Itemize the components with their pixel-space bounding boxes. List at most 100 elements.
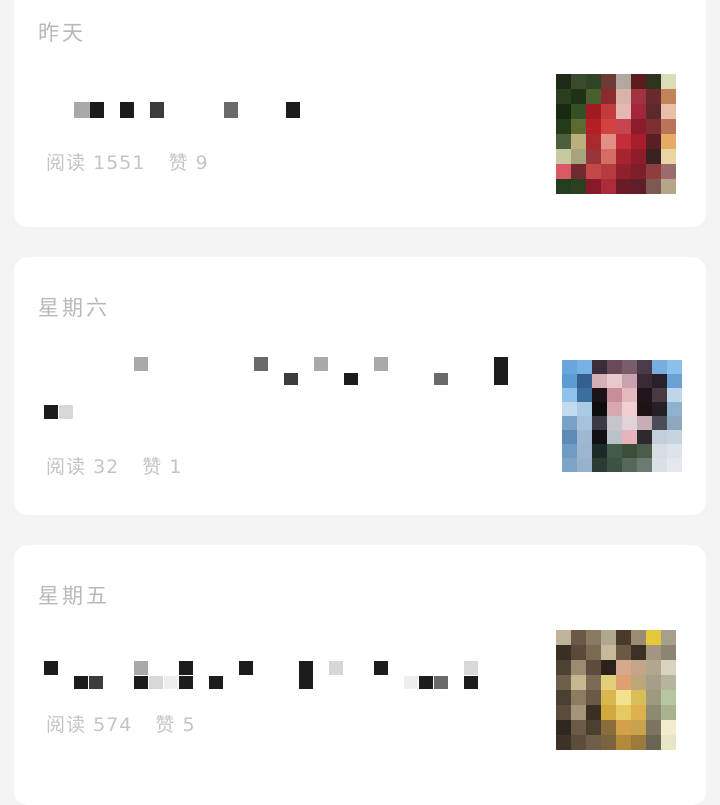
thumbnail-pixel (601, 179, 616, 194)
date-label: 星期五 (38, 584, 110, 608)
thumbnail-pixel (637, 388, 652, 402)
thumbnail-pixel (631, 675, 646, 690)
redaction-block (90, 102, 104, 118)
thumbnail-pixel (562, 444, 577, 458)
redaction-block (89, 676, 103, 689)
thumbnail-pixel (616, 179, 631, 194)
thumbnail-pixel (637, 402, 652, 416)
thumbnail-pixel (646, 149, 661, 164)
thumbnail-pixel (592, 402, 607, 416)
thumbnail-pixel (586, 149, 601, 164)
thumbnail-pixel (601, 74, 616, 89)
redaction-block (374, 357, 388, 371)
thumbnail-pixel (646, 675, 661, 690)
thumbnail-pixel (571, 720, 586, 735)
read-count: 32 (93, 456, 120, 478)
thumbnail-pixel (571, 675, 586, 690)
redaction-block (44, 405, 58, 419)
thumbnail-pixel (652, 416, 667, 430)
thumbnail-pixel (592, 416, 607, 430)
thumbnail-pixel (556, 74, 571, 89)
article-thumbnail-image[interactable] (556, 74, 676, 194)
thumbnail-pixel (577, 374, 592, 388)
thumbnail-pixel (667, 430, 682, 444)
redaction-block (464, 676, 478, 689)
thumbnail-pixel (646, 134, 661, 149)
redaction-block (134, 357, 148, 371)
redaction-block (150, 102, 164, 118)
thumbnail-pixel (577, 402, 592, 416)
thumbnail-pixel (571, 164, 586, 179)
thumbnail-pixel (592, 444, 607, 458)
thumbnail-pixel (571, 630, 586, 645)
thumbnail-pixel (607, 402, 622, 416)
article-title-redacted[interactable] (44, 357, 514, 419)
thumbnail-pixel (661, 630, 676, 645)
article-card[interactable]: 星期五 阅读 574 赞 5 (14, 545, 706, 805)
thumbnail-pixel (601, 720, 616, 735)
redaction-block (434, 373, 448, 385)
thumbnail-pixel (622, 430, 637, 444)
thumbnail-pixel (631, 119, 646, 134)
redaction-block (134, 661, 148, 675)
thumbnail-pixel (592, 458, 607, 472)
thumbnail-pixel (601, 705, 616, 720)
date-label: 昨天 (38, 21, 86, 45)
thumbnail-pixel (562, 458, 577, 472)
thumbnail-pixel (661, 735, 676, 750)
redaction-block (464, 661, 478, 675)
thumbnail-pixel (556, 119, 571, 134)
thumbnail-pixel (556, 630, 571, 645)
thumbnail-pixel (661, 675, 676, 690)
thumbnail-pixel (661, 149, 676, 164)
thumbnail-pixel (571, 89, 586, 104)
thumbnail-pixel (586, 104, 601, 119)
thumbnail-pixel (586, 179, 601, 194)
thumbnail-pixel (646, 89, 661, 104)
thumbnail-pixel (586, 134, 601, 149)
article-card[interactable]: 星期六 阅读 32 赞 1 (14, 257, 706, 515)
article-card[interactable]: 昨天 阅读 1551 赞 9 (14, 0, 706, 227)
like-count: 1 (169, 456, 183, 478)
thumbnail-pixel (616, 645, 631, 660)
redaction-block (344, 373, 358, 385)
redaction-block (254, 357, 268, 371)
thumbnail-pixel (616, 675, 631, 690)
thumbnail-pixel (616, 735, 631, 750)
thumbnail-pixel (577, 360, 592, 374)
thumbnail-pixel (562, 402, 577, 416)
thumbnail-pixel (646, 735, 661, 750)
thumbnail-pixel (607, 458, 622, 472)
thumbnail-pixel (571, 645, 586, 660)
thumbnail-pixel (661, 104, 676, 119)
article-thumbnail-image[interactable] (556, 630, 676, 750)
thumbnail-pixel (601, 675, 616, 690)
thumbnail-pixel (556, 179, 571, 194)
thumbnail-pixel (616, 149, 631, 164)
thumbnail-pixel (571, 104, 586, 119)
thumbnail-pixel (646, 74, 661, 89)
redaction-block (239, 661, 253, 675)
like-count: 9 (195, 152, 209, 174)
thumbnail-pixel (631, 74, 646, 89)
redaction-block (134, 676, 148, 689)
thumbnail-pixel (631, 660, 646, 675)
thumbnail-pixel (667, 458, 682, 472)
redaction-block (179, 676, 193, 689)
thumbnail-pixel (571, 149, 586, 164)
thumbnail-pixel (667, 444, 682, 458)
thumbnail-pixel (556, 134, 571, 149)
article-title-redacted[interactable] (44, 657, 514, 717)
thumbnail-pixel (667, 388, 682, 402)
thumbnail-pixel (637, 360, 652, 374)
thumbnail-pixel (667, 374, 682, 388)
thumbnail-pixel (631, 89, 646, 104)
thumbnail-pixel (646, 179, 661, 194)
thumbnail-pixel (616, 104, 631, 119)
thumbnail-pixel (607, 374, 622, 388)
thumbnail-pixel (616, 720, 631, 735)
thumbnail-pixel (661, 89, 676, 104)
thumbnail-pixel (631, 164, 646, 179)
article-thumbnail-image[interactable] (562, 360, 682, 472)
thumbnail-pixel (562, 374, 577, 388)
